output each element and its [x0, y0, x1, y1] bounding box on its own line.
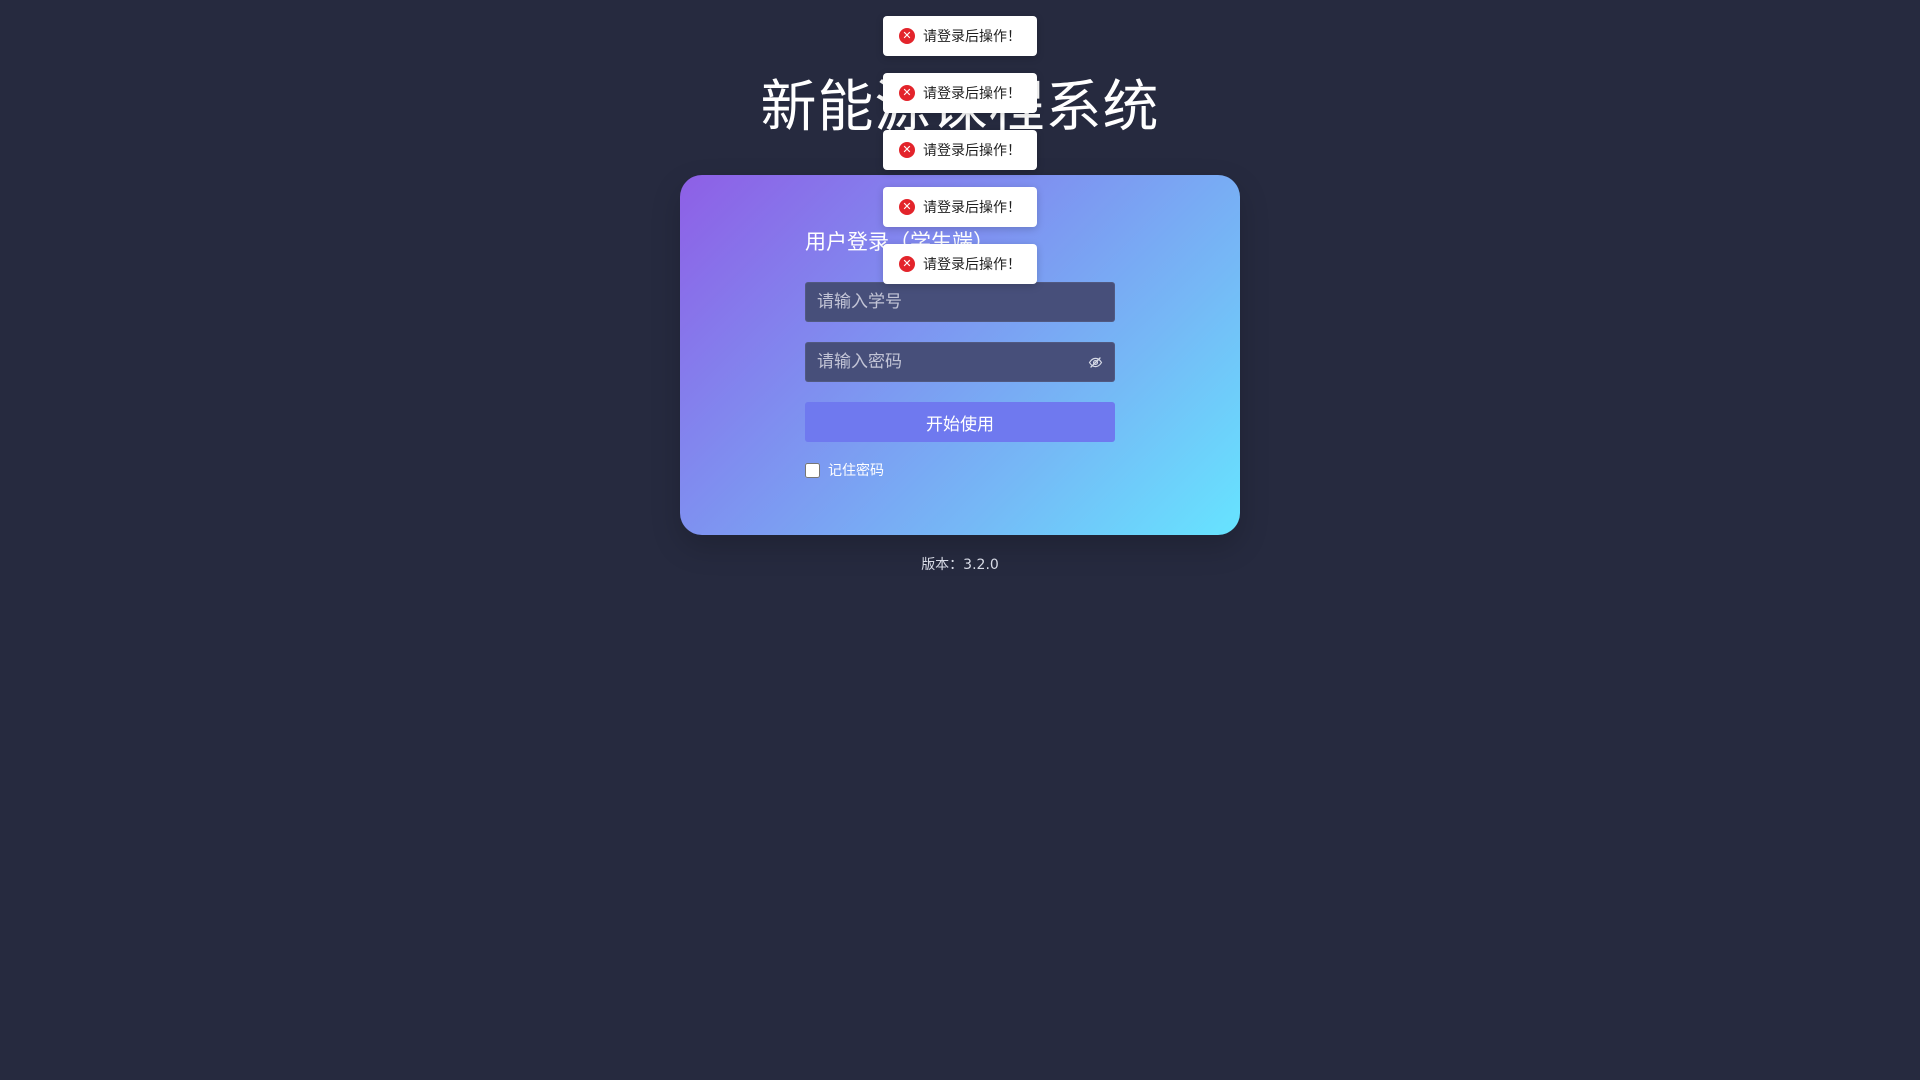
toast-message: 请登录后操作！	[923, 29, 1021, 45]
error-icon: ✕	[899, 142, 915, 158]
start-using-button[interactable]: 开始使用	[805, 402, 1115, 442]
error-icon: ✕	[899, 85, 915, 101]
remember-password-label: 记住密码	[828, 463, 884, 479]
error-icon: ✕	[899, 28, 915, 44]
password-input[interactable]	[806, 343, 1114, 381]
error-icon: ✕	[899, 199, 915, 215]
login-page: 新能源课程系统 用户登录（学生端） 开始使用 记住密码 版本：3.2.0 ✕ 请…	[0, 0, 1920, 1080]
error-icon: ✕	[899, 256, 915, 272]
login-required-toast: ✕ 请登录后操作！	[883, 244, 1037, 284]
login-required-toast: ✕ 请登录后操作！	[883, 73, 1037, 113]
eye-off-icon[interactable]	[1088, 355, 1103, 370]
toast-message: 请登录后操作！	[923, 86, 1021, 102]
toast-message: 请登录后操作！	[923, 257, 1021, 273]
student-id-field[interactable]	[805, 282, 1115, 322]
password-field[interactable]	[805, 342, 1115, 382]
student-id-input[interactable]	[806, 283, 1114, 321]
login-required-toast: ✕ 请登录后操作！	[883, 187, 1037, 227]
login-required-toast: ✕ 请登录后操作！	[883, 130, 1037, 170]
login-card: 用户登录（学生端） 开始使用 记住密码	[680, 175, 1240, 535]
remember-password-option[interactable]: 记住密码	[805, 461, 884, 479]
remember-password-checkbox[interactable]	[805, 462, 820, 478]
version-text: 版本：3.2.0	[921, 557, 999, 573]
toast-message: 请登录后操作！	[923, 143, 1021, 159]
toast-message: 请登录后操作！	[923, 200, 1021, 216]
login-required-toast: ✕ 请登录后操作！	[883, 16, 1037, 56]
